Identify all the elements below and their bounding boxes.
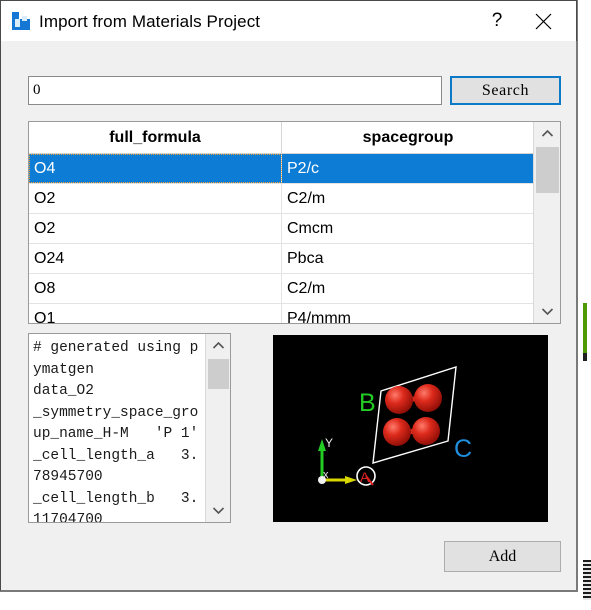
cell-spacegroup[interactable]: Pbca [282, 244, 533, 273]
scroll-down-button[interactable] [534, 300, 560, 323]
results-table-scrollbar[interactable] [533, 122, 560, 323]
unit-cell-outline [372, 366, 457, 464]
atom-oxygen [385, 386, 413, 414]
table-row[interactable]: O2 Cmcm [29, 214, 533, 244]
cif-scroll-thumb[interactable] [208, 359, 229, 389]
cif-preview-text[interactable]: # generated using pymatgen data_O2 _symm… [29, 334, 205, 522]
cif-scroll-down-button[interactable] [206, 499, 230, 522]
chevron-down-icon [541, 308, 553, 316]
cell-full-formula[interactable]: O2 [29, 214, 282, 243]
dialog-body: Search full_formula spacegroup O4P2/cO2C… [0, 41, 577, 591]
cell-spacegroup[interactable]: P2/c [282, 154, 533, 183]
import-dialog: Import from Materials Project ? Search f… [0, 0, 578, 592]
table-row[interactable]: O8 C2/m [29, 274, 533, 304]
dialog-titlebar[interactable]: Import from Materials Project ? [0, 0, 577, 41]
background-text-lines [583, 560, 591, 600]
atom-oxygen [414, 384, 442, 412]
search-button[interactable]: Search [450, 76, 561, 105]
cell-full-formula[interactable]: O24 [29, 244, 282, 273]
close-icon [535, 13, 551, 29]
molecule-upper [385, 384, 442, 414]
chevron-down-icon [212, 507, 224, 515]
cif-scroll-up-button[interactable] [206, 334, 230, 357]
axis-label-y: Y [325, 436, 333, 450]
dialog-title: Import from Materials Project [39, 11, 261, 31]
background-green-strip [583, 303, 587, 353]
cif-preview-scrollbar[interactable] [205, 334, 230, 522]
molecule-lower [383, 417, 440, 446]
chevron-up-icon [212, 341, 224, 349]
add-button[interactable]: Add [444, 541, 561, 572]
atom-oxygen [383, 418, 411, 446]
cell-spacegroup[interactable]: C2/m [282, 274, 533, 303]
column-header-spacegroup[interactable]: spacegroup [282, 122, 533, 153]
cell-axis-label-b: B [359, 389, 376, 417]
atom-oxygen [412, 417, 440, 445]
table-row[interactable]: O24 Pbca [29, 244, 533, 274]
cell-full-formula[interactable]: O1 [29, 304, 282, 323]
structure-render: B C Y x A [318, 366, 472, 486]
search-input[interactable] [28, 76, 442, 105]
results-table: full_formula spacegroup O4 P2/c O2 C2/m O2 Cm… [28, 121, 561, 324]
results-table-rows: O4 P2/c O2 C2/m O2 Cmcm O24 Pbca O8 C2/m O1 P4/mmm [29, 154, 533, 323]
cell-full-formula[interactable]: O8 [29, 274, 282, 303]
table-row[interactable]: O4 P2/c [29, 154, 533, 184]
cell-spacegroup[interactable]: C2/m [282, 184, 533, 213]
cell-spacegroup[interactable]: P4/mmm [282, 304, 533, 324]
cell-full-formula[interactable]: O2 [29, 184, 282, 213]
structure-viewer[interactable]: B C Y x A [273, 335, 548, 522]
table-row[interactable]: O2 C2/m [29, 184, 533, 214]
chevron-up-icon [541, 129, 553, 137]
cif-preview-panel: # generated using pymatgen data_O2 _symm… [28, 333, 231, 523]
search-row: Search [28, 76, 561, 105]
results-table-body: full_formula spacegroup O4 P2/c O2 C2/m O2 Cm… [29, 122, 533, 323]
cell-axis-label-c: C [454, 435, 472, 463]
cell-axis-label-a: A [360, 469, 370, 485]
column-header-full-formula[interactable]: full_formula [29, 122, 282, 153]
close-button[interactable] [520, 1, 566, 41]
help-button[interactable]: ? [474, 1, 520, 41]
axis-gizmo: Y x A [318, 436, 376, 486]
cell-spacegroup[interactable]: Cmcm [282, 214, 533, 243]
scroll-thumb[interactable] [536, 147, 559, 193]
background-dark-strip [583, 353, 587, 361]
table-row[interactable]: O1 P4/mmm [29, 304, 533, 323]
results-table-header: full_formula spacegroup [29, 122, 533, 154]
scroll-up-button[interactable] [534, 122, 560, 145]
materials-project-logo-icon [12, 12, 30, 30]
cell-full-formula[interactable]: O4 [29, 154, 282, 183]
